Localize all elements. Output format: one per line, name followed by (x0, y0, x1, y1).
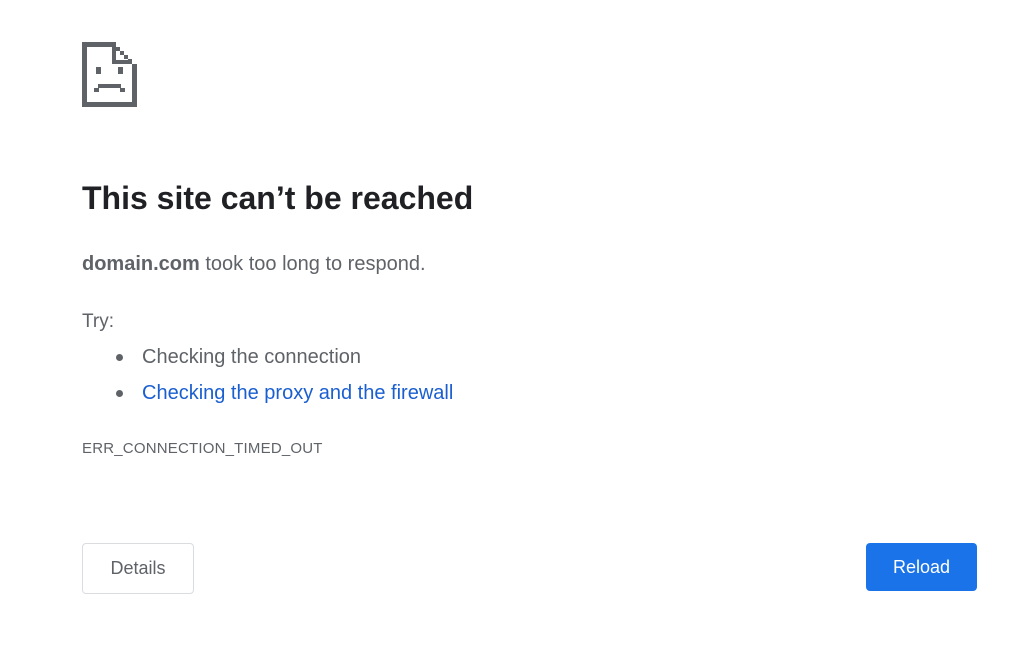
suggestions-list: Checking the connection Checking the pro… (82, 342, 453, 414)
domain-name: domain.com (82, 253, 200, 275)
sad-document-icon (82, 42, 137, 107)
suggestion-check-connection: Checking the connection (142, 346, 362, 368)
bullet-icon (116, 390, 123, 397)
error-summary: domain.com took too long to respond. (82, 251, 426, 277)
bullet-icon (116, 354, 123, 361)
list-item: Checking the connection (82, 342, 453, 378)
reload-button[interactable]: Reload (866, 543, 977, 591)
proxy-firewall-link[interactable]: Checking the proxy and the firewall (142, 382, 453, 404)
error-code: ERR_CONNECTION_TIMED_OUT (82, 440, 323, 457)
details-button[interactable]: Details (82, 543, 194, 594)
list-item: Checking the proxy and the firewall (82, 378, 453, 414)
summary-message: took too long to respond. (199, 253, 426, 275)
error-page: This site can’t be reached domain.com to… (0, 0, 1024, 651)
page-title: This site can’t be reached (82, 180, 474, 216)
try-label: Try: (82, 311, 115, 332)
